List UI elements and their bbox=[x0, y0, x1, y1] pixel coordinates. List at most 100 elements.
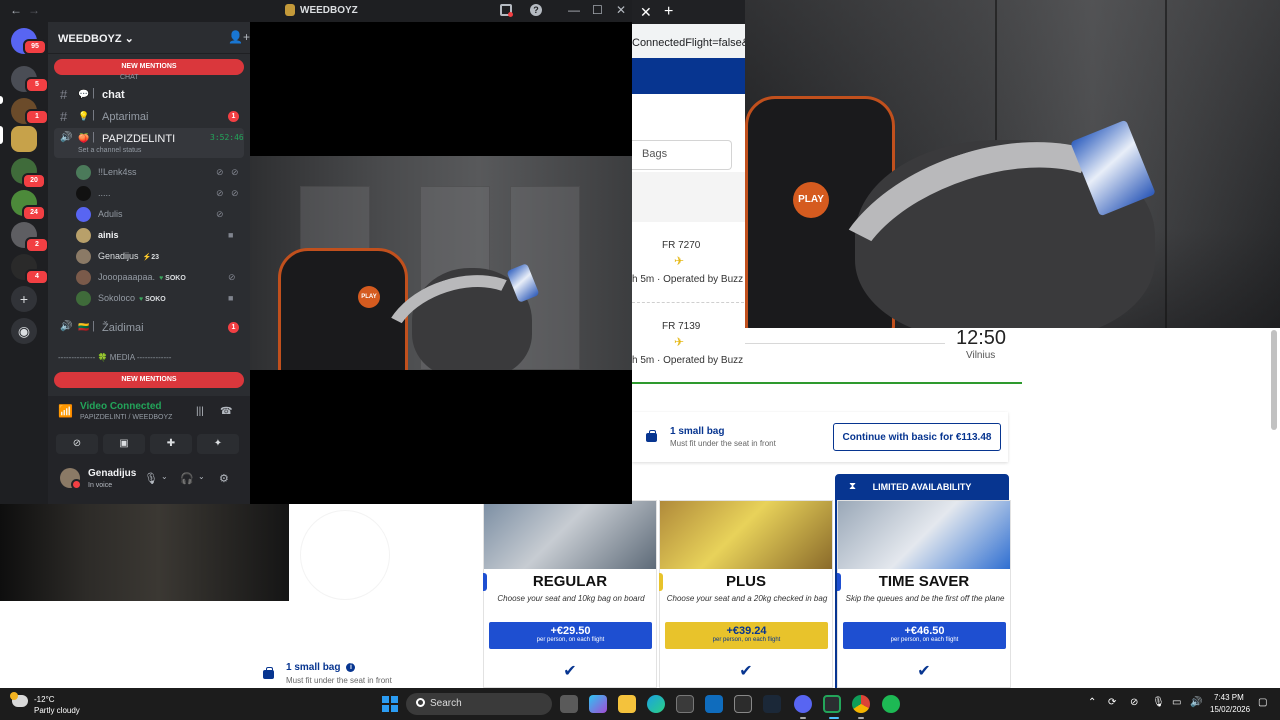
copilot-icon[interactable] bbox=[589, 695, 607, 713]
back-arrow-icon[interactable]: ← bbox=[10, 3, 22, 17]
chevron-up-icon[interactable]: ⌃ bbox=[1088, 697, 1096, 708]
activities-button[interactable]: ✚ bbox=[150, 434, 192, 454]
new-mentions-bottom[interactable]: NEW MENTIONS bbox=[54, 372, 244, 388]
avatar bbox=[76, 186, 91, 201]
chevron-down-icon[interactable]: ⌄ bbox=[198, 472, 205, 481]
volume-icon[interactable]: 🔊 bbox=[1190, 697, 1202, 708]
windows-start-icon[interactable] bbox=[382, 696, 398, 712]
chair-logo: PLAY bbox=[793, 182, 829, 218]
channel-name: Žaidimai bbox=[102, 322, 144, 334]
window-title: WEEDBOYZ bbox=[300, 5, 358, 16]
maximize-icon[interactable]: ☐ bbox=[592, 3, 603, 17]
channel-chat[interactable]: # 💬 | chat bbox=[54, 84, 244, 106]
channel-status[interactable]: Set a channel status bbox=[78, 147, 141, 154]
fare-price-button[interactable]: +€46.50 per person, on each flight bbox=[843, 622, 1006, 649]
category-media[interactable]: -------------- 🍀 MEDIA ------------- bbox=[58, 353, 171, 362]
close-icon[interactable]: ✕ bbox=[616, 3, 626, 17]
signal-icon[interactable]: 📶 bbox=[58, 404, 73, 418]
fare-price-note: per person, on each flight bbox=[712, 637, 781, 643]
wifi-off-icon[interactable]: ⊘ bbox=[1130, 697, 1138, 708]
edge-icon[interactable] bbox=[647, 695, 665, 713]
weather-temperature[interactable]: -12°C bbox=[34, 695, 55, 704]
soundboard-button[interactable]: ✦ bbox=[197, 434, 239, 454]
weather-description[interactable]: Partly cloudy bbox=[34, 706, 80, 715]
microphone-icon[interactable]: 🎙 bbox=[144, 472, 158, 485]
explore-icon[interactable]: ◉ bbox=[11, 318, 37, 344]
mail-icon[interactable] bbox=[705, 695, 723, 713]
fare-card-regular[interactable]: REGULAR Choose your seat and 10kg bag on… bbox=[483, 500, 657, 688]
minimize-icon[interactable]: — bbox=[568, 3, 580, 17]
camera-off-button[interactable]: ⊘ bbox=[56, 434, 98, 454]
spotify-icon[interactable] bbox=[882, 695, 900, 713]
fare-title: PLUS bbox=[725, 573, 766, 590]
flight-divider bbox=[632, 302, 744, 303]
voice-location[interactable]: PAPIZDELINTI / WEEDBOYZ bbox=[80, 414, 172, 421]
display-icon[interactable]: ▭ bbox=[1172, 697, 1181, 708]
weather-icon[interactable] bbox=[10, 692, 28, 707]
voice-member[interactable]: Adulis ⊘ bbox=[76, 205, 244, 225]
new-tab-button[interactable]: + bbox=[664, 3, 673, 21]
steam-icon[interactable] bbox=[763, 695, 781, 713]
fare-card-plus[interactable]: PLUS Choose your seat and a 20kg checked… bbox=[659, 500, 833, 688]
check-icon: ✔ bbox=[739, 663, 753, 680]
discord-icon[interactable] bbox=[794, 695, 812, 713]
unread-badge: 20 bbox=[22, 173, 46, 189]
fare-price-note: per person, on each flight bbox=[890, 637, 959, 643]
task-view-icon[interactable] bbox=[560, 695, 578, 713]
fare-price-button[interactable]: +€29.50 per person, on each flight bbox=[489, 622, 652, 649]
continue-basic-button[interactable]: Continue with basic for €113.48 bbox=[833, 423, 1001, 451]
clock-date[interactable]: 15/02/2026 bbox=[1210, 705, 1250, 714]
stream-video[interactable]: PLAY bbox=[250, 156, 632, 370]
category-label: CHAT bbox=[120, 74, 139, 81]
channel-name: PAPIZDELINTI bbox=[102, 133, 176, 145]
active-app-icon[interactable] bbox=[823, 695, 841, 713]
bags-step-tab[interactable]: Bags bbox=[632, 140, 732, 170]
voice-member[interactable]: ..... ⊘ ⊘ bbox=[76, 184, 244, 204]
settings-gear-icon[interactable]: ⚙ bbox=[219, 472, 229, 485]
user-avatar[interactable] bbox=[60, 468, 82, 490]
info-icon[interactable]: i bbox=[346, 662, 356, 672]
notification-icon[interactable]: ▢ bbox=[1258, 697, 1267, 708]
steam-game-icon[interactable] bbox=[734, 695, 752, 713]
member-tag: ♥ SOKO bbox=[139, 296, 166, 303]
fare-price-button[interactable]: +€39.24 per person, on each flight bbox=[665, 622, 828, 649]
route-line bbox=[745, 343, 945, 344]
disconnect-icon[interactable]: ☎ bbox=[220, 406, 232, 417]
fare-card-time-saver[interactable]: TIME SAVER Skip the queues and be the fi… bbox=[837, 500, 1011, 688]
file-explorer-icon[interactable] bbox=[618, 695, 636, 713]
voice-channel-papizdelinti[interactable]: 🔊 🍑 | PAPIZDELINTI 3:52:46 Set a channel… bbox=[54, 128, 244, 158]
user-name[interactable]: Genadijus bbox=[88, 468, 136, 479]
store-icon[interactable] bbox=[676, 695, 694, 713]
add-server-icon[interactable]: + bbox=[11, 286, 37, 312]
server-header[interactable]: WEEDBOYZ ⌄ 👤+ bbox=[48, 22, 250, 54]
chrome-icon[interactable] bbox=[852, 695, 870, 713]
voice-member[interactable]: Genadijus ⚡23 bbox=[76, 247, 244, 267]
channel-name: chat bbox=[102, 89, 125, 101]
close-tab-icon[interactable]: ✕ bbox=[640, 4, 652, 21]
clock-time[interactable]: 7:43 PM bbox=[1214, 693, 1244, 702]
voice-channel-zaidimai[interactable]: 🔊 🇱🇹 | Žaidimai 1 bbox=[54, 317, 244, 339]
search-label: Search bbox=[430, 698, 462, 709]
muted-icon: ⊘ bbox=[216, 188, 224, 198]
inbox-icon[interactable] bbox=[500, 4, 513, 17]
video-stream-area[interactable]: PLAY bbox=[250, 22, 632, 504]
channel-aptarimai[interactable]: # 💡 | Aptarimai 1 bbox=[54, 106, 244, 128]
invite-people-icon[interactable]: 👤+ bbox=[228, 30, 250, 44]
microphone-tray-icon[interactable]: 🎙 bbox=[1152, 697, 1165, 708]
screen-share-button[interactable]: ▣ bbox=[103, 434, 145, 454]
voice-member[interactable]: !!Lenk4ss ⊘ ⊘ bbox=[76, 163, 244, 183]
taskbar-search[interactable]: Search bbox=[406, 693, 552, 715]
fare-price: +€46.50 bbox=[904, 625, 945, 637]
server-icon-weedboyz[interactable] bbox=[11, 126, 37, 152]
help-icon[interactable]: ? bbox=[530, 4, 542, 16]
new-mentions-top[interactable]: NEW MENTIONS bbox=[54, 59, 244, 75]
page-scrollbar[interactable] bbox=[1271, 330, 1277, 430]
voice-member[interactable]: Sokoloco ♥ SOKO ■ bbox=[76, 289, 244, 309]
voice-member[interactable]: ainis ■ bbox=[76, 226, 244, 246]
headphones-icon[interactable]: 🎧 bbox=[180, 472, 194, 485]
sync-icon[interactable]: ⟳ bbox=[1108, 697, 1116, 708]
voice-member[interactable]: Jooopaaapaa. ♥ SOKO ⊘ bbox=[76, 268, 244, 288]
forward-arrow-icon[interactable]: → bbox=[28, 3, 40, 17]
chevron-down-icon[interactable]: ⌄ bbox=[161, 472, 168, 481]
noise-suppression-icon[interactable]: ||| bbox=[196, 406, 204, 417]
